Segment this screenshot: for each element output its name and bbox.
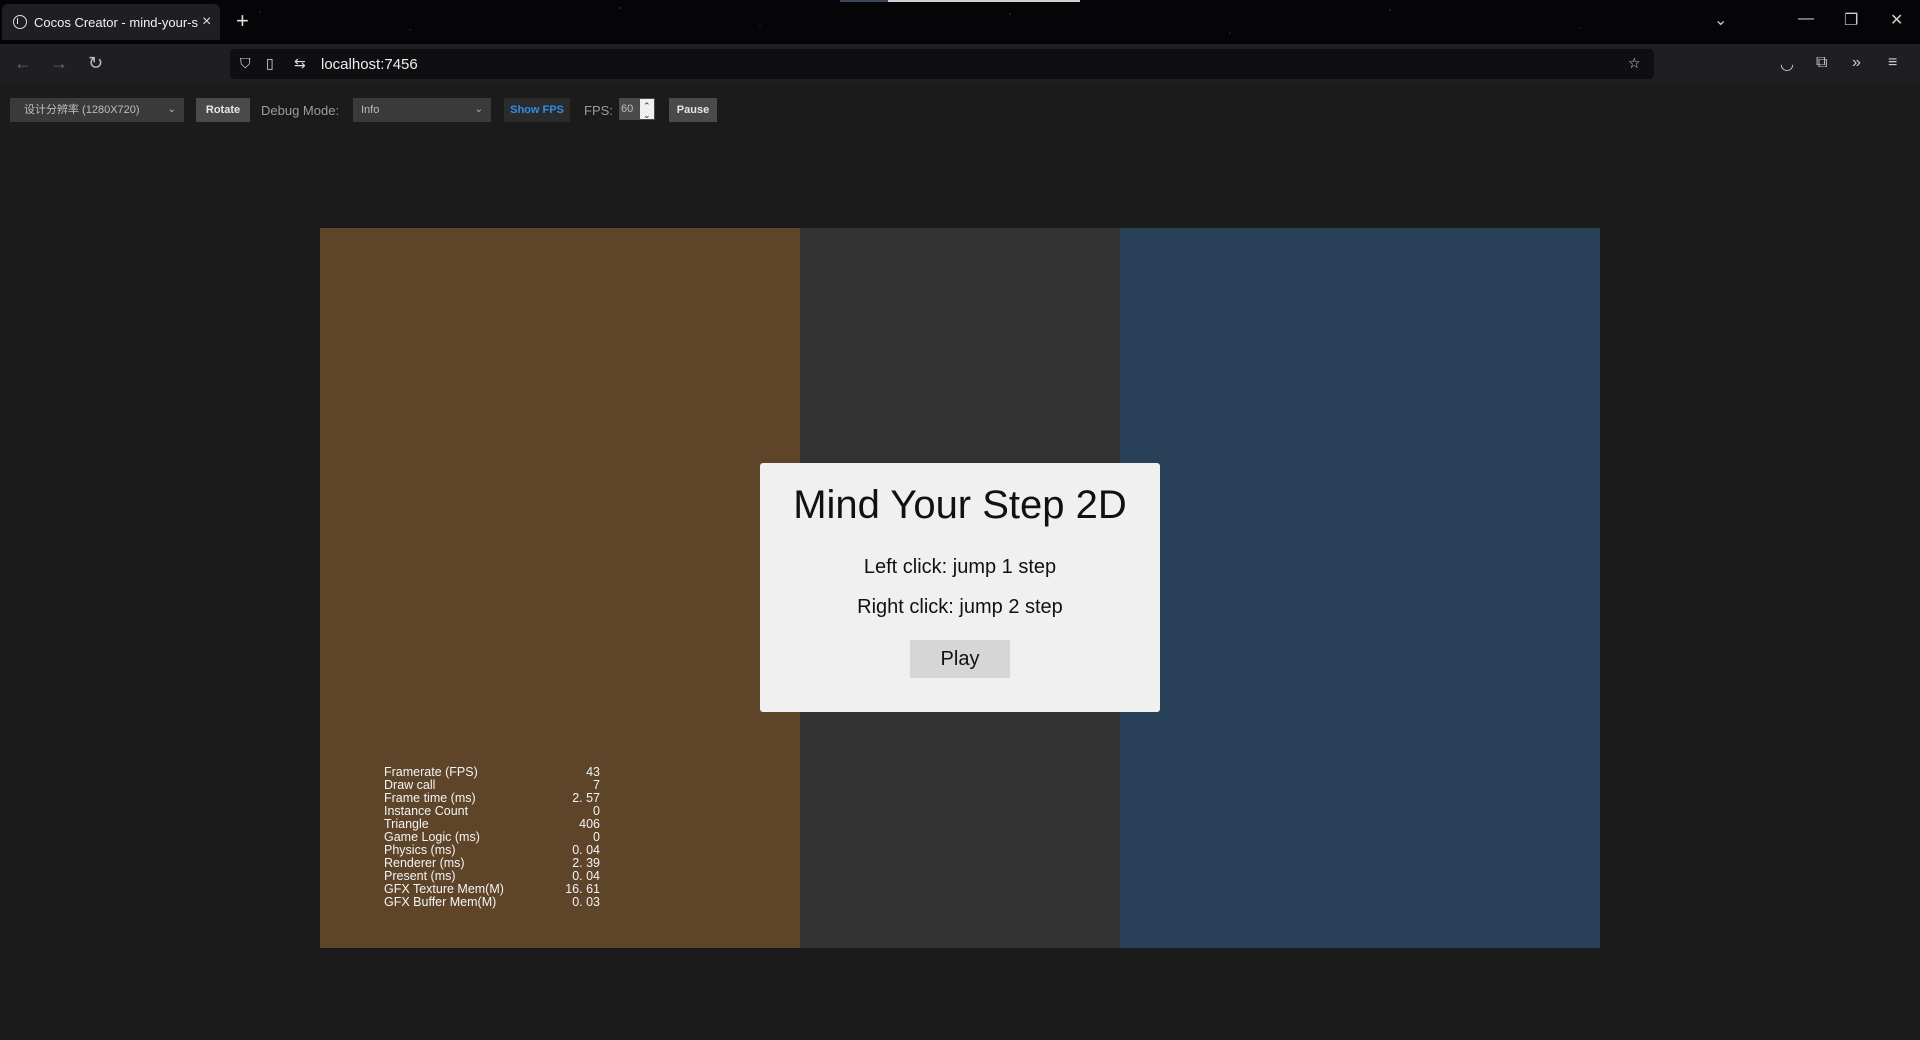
page-icon[interactable]: ▯	[266, 55, 274, 72]
stat-row: GFX Buffer Mem(M) 0. 03	[384, 896, 600, 909]
debug-mode-select-value: Info	[361, 104, 380, 116]
tab-list-chevron-icon[interactable]: ⌄	[1714, 10, 1727, 30]
tab-title: Cocos Creator - mind-your-s	[34, 14, 198, 30]
fps-stepper[interactable]: 60	[619, 95, 655, 126]
preview-toolbar: 设计分辨率 (1280X720) ⌄ Rotate Debug Mode: In…	[0, 84, 1920, 138]
overflow-chevrons-icon[interactable]: »	[1852, 54, 1861, 72]
spinner-arrows-icon[interactable]	[640, 95, 654, 126]
game-canvas[interactable]: Mind Your Step 2D Left click: jump 1 ste…	[320, 228, 1600, 948]
browser-nav-bar: ← → ↻ ⛉ ▯ ⇆ localhost:7456 ☆ ◡ ⧉ » ≡	[0, 44, 1920, 84]
right-panel	[1120, 228, 1600, 948]
rotate-button[interactable]: Rotate	[196, 98, 250, 122]
extensions-icon[interactable]: ⧉	[1816, 54, 1827, 72]
tab-bar-accent	[840, 0, 888, 2]
shield-icon[interactable]: ⛉	[240, 55, 251, 72]
tab-bar-accent-light	[888, 0, 1080, 2]
show-fps-button[interactable]: Show FPS	[504, 98, 570, 122]
instruction-right-click: Right click: jump 2 step	[857, 596, 1063, 618]
game-title: Mind Your Step 2D	[793, 483, 1127, 527]
permissions-icon[interactable]: ⇆	[294, 55, 306, 72]
stat-label: GFX Buffer Mem(M)	[384, 895, 497, 909]
address-bar[interactable]: ⛉ ▯ ⇆ localhost:7456 ☆	[230, 49, 1654, 79]
pocket-icon[interactable]: ◡	[1780, 54, 1794, 74]
fps-label: FPS:	[584, 103, 613, 118]
instruction-left-click: Left click: jump 1 step	[863, 556, 1057, 578]
resolution-select-value: 设计分辨率 (1280X720)	[24, 104, 140, 116]
back-arrow-icon[interactable]: ←	[14, 53, 32, 73]
resolution-select[interactable]: 设计分辨率 (1280X720) ⌄	[10, 98, 184, 122]
chevron-down-icon: ⌄	[167, 104, 176, 115]
reload-icon[interactable]: ↻	[88, 53, 103, 73]
hamburger-menu-icon[interactable]: ≡	[1888, 54, 1897, 72]
bookmark-star-icon[interactable]: ☆	[1628, 55, 1641, 72]
restore-window-icon[interactable]: ❐	[1844, 10, 1858, 30]
forward-arrow-icon[interactable]: →	[50, 53, 68, 73]
pause-button[interactable]: Pause	[669, 98, 717, 122]
tab-close-icon[interactable]: ×	[202, 13, 211, 31]
debug-mode-label: Debug Mode:	[261, 103, 340, 118]
stat-value: 0. 03	[572, 895, 600, 909]
debug-mode-select[interactable]: Info ⌄	[353, 98, 491, 122]
fps-value: 60	[621, 103, 634, 115]
browser-tab-bar: Cocos Creator - mind-your-s × + ⌄ — ❐ ✕	[0, 0, 1920, 44]
browser-tab-active[interactable]: Cocos Creator - mind-your-s ×	[2, 4, 220, 40]
start-menu: Mind Your Step 2D Left click: jump 1 ste…	[760, 463, 1160, 712]
profiler-stats: Framerate (FPS) 43 Draw call 7 Frame time (m…	[384, 766, 600, 909]
minimize-window-icon[interactable]: —	[1798, 10, 1814, 28]
play-button[interactable]: Play	[910, 640, 1010, 678]
new-tab-button[interactable]: +	[236, 9, 249, 33]
url-text[interactable]: localhost:7456	[321, 56, 418, 73]
close-window-icon[interactable]: ✕	[1890, 10, 1903, 30]
cocos-favicon-icon	[13, 15, 27, 29]
chevron-down-icon: ⌄	[474, 104, 483, 115]
